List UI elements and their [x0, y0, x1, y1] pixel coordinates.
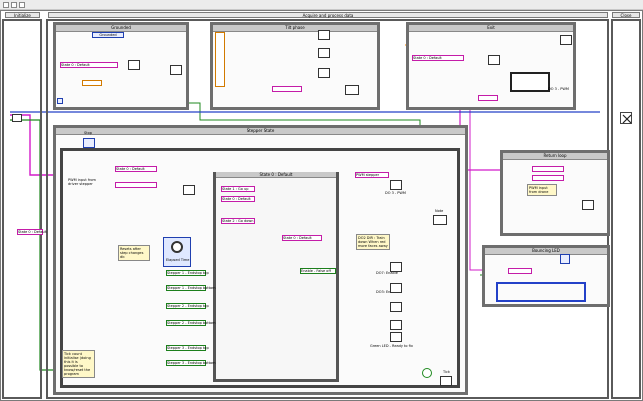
frame-acquire-header: Acquire and process data: [48, 12, 608, 18]
grounded-enum: Grounded: [92, 32, 124, 38]
stepper-enum-const: State 0 : Default: [115, 166, 157, 172]
enable-false-const: Enable - False off: [300, 268, 336, 274]
do-node-2: [390, 283, 402, 293]
ddo-drv-comment: DO2 DIR : Train down When red more faces…: [356, 234, 390, 250]
loop-condition-icon: [422, 368, 432, 378]
stop-label: Stop: [84, 131, 92, 135]
inner-case-title: State 0 : Default: [216, 172, 336, 178]
tilt-subvi-2: [318, 48, 330, 58]
state-exit-const: State 0 : Default: [412, 55, 464, 61]
tilt-output-node: [345, 85, 359, 95]
return-subvi: [582, 200, 594, 210]
case-bouncing-title: Bouncing LED: [485, 248, 607, 255]
tilt-subvi: [318, 30, 330, 40]
case-grounded-title: Grounded: [56, 25, 186, 32]
frame-close-header: Close: [612, 12, 640, 18]
return-const-2: [532, 175, 564, 181]
frame-close: [611, 19, 641, 399]
bounce-const: [508, 268, 532, 274]
exit-subvi: [488, 55, 500, 65]
green-led-label: Green LED - Ready to fix: [370, 344, 413, 348]
tilt-subvi-3: [318, 68, 330, 78]
exit-subvi-2: [560, 35, 572, 45]
go-down-const: State 2 : Go down: [221, 218, 255, 224]
tilt-const: [272, 86, 302, 92]
pwm-input-comment: PWM input from driver stepper: [68, 178, 96, 186]
stepper-endstop-6: Stepper 3 - Endstop bottom: [166, 360, 216, 366]
do-node-3: [390, 302, 402, 312]
pwm-subvi: [390, 180, 402, 190]
do-pwm-label-2: DO 3 - PWM: [385, 191, 406, 195]
subvi-node: [128, 60, 140, 70]
case-stepper-title: Stepper State: [56, 128, 465, 135]
stepper-endstop-3: Stepper 2 - Endstop top: [166, 303, 209, 309]
tick-label: Tick: [443, 370, 450, 374]
stepper-endstop-4: Stepper 2 - Endstop bottom: [166, 320, 216, 326]
case-return-title: Return loop: [503, 153, 607, 160]
tick-comment: Tick count initialise (doing this it is …: [62, 350, 95, 378]
stepper-endstop-2: Stepper 1 - Endstop bottom: [166, 285, 216, 291]
case-tilt: Tilt phase: [210, 22, 380, 110]
led-array: [496, 282, 586, 302]
close-icon[interactable]: [620, 112, 632, 124]
led-indicator: [560, 254, 570, 264]
index-const: [57, 98, 63, 104]
init-node: [12, 114, 22, 122]
do-pwm-label: DO 3 - PWM: [548, 87, 569, 91]
inner-case: [213, 172, 339, 382]
default-const: State 0 : Default: [221, 196, 255, 202]
stepper-endstop-5: Stepper 3 - Endstop top: [166, 345, 209, 351]
case-tilt-title: Tilt phase: [213, 25, 377, 32]
state-out-const: State 0 : Default: [282, 235, 322, 241]
initial-state-const: State 0 : Default: [17, 229, 47, 235]
frame-initialize-header: Initialize: [5, 12, 40, 18]
resets-comment: Resets after step changes dir.: [118, 245, 150, 261]
case-exit-title: Exit: [409, 25, 573, 32]
do-node-5: [390, 332, 402, 342]
orange-const: [82, 80, 102, 86]
state-grounded-const: State 0 : Default: [60, 62, 118, 68]
do-node-4: [390, 320, 402, 330]
go-up-const: State 1 : Go up: [221, 186, 255, 192]
clock-icon: [171, 241, 183, 253]
do-node: [390, 262, 402, 272]
stop-button[interactable]: [83, 138, 95, 148]
subvi-node-2: [170, 65, 182, 75]
tick-node: [440, 376, 452, 386]
orange-array: [215, 32, 225, 87]
note-label: Note: [435, 209, 444, 213]
exit-inner-case: [510, 72, 550, 92]
elapsed-label: Elapsed Time: [166, 258, 190, 262]
return-const: [532, 166, 564, 172]
stepper-endstop-1: Stepper 1 - Endstop top: [166, 270, 209, 276]
stepper-enum-const-2: [115, 182, 157, 188]
frame-initialize: [2, 19, 42, 399]
pwm-drone-comment: PWM input from drone: [527, 184, 557, 196]
stepper-subvi: [183, 185, 195, 195]
pwm-const: [478, 95, 498, 101]
note-node: [433, 215, 447, 225]
pwm-stepper: PWM stepper: [355, 172, 389, 178]
